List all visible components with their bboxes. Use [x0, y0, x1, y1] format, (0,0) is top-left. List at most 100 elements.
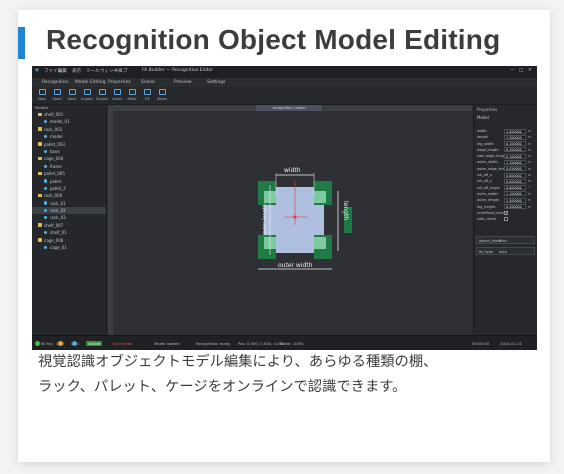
- toolbar-redo-button[interactable]: Redo: [126, 89, 138, 101]
- property-value-input[interactable]: 0.100000: [504, 147, 526, 153]
- tree-item[interactable]: rack_01: [32, 200, 106, 207]
- maximize-icon[interactable]: □: [519, 68, 523, 73]
- property-dropdown[interactable]: fix_type auto: [476, 247, 535, 256]
- toolbar-fit-button[interactable]: Fit: [141, 89, 153, 101]
- dropdown-label: object_direction: [479, 238, 507, 243]
- property-label: length: [477, 135, 489, 140]
- property-unit: °: [528, 185, 530, 190]
- tree-folder[interactable]: shelf_001: [32, 111, 106, 118]
- toolbar-import-button[interactable]: Import: [81, 89, 93, 101]
- property-value-input[interactable]: 0.100000: [504, 153, 526, 159]
- tree-item[interactable]: shelf_01: [32, 229, 106, 236]
- property-value-input[interactable]: 1.100000: [504, 159, 526, 165]
- property-unit: m: [528, 173, 532, 178]
- tab-recognition[interactable]: Recognition: [42, 80, 69, 85]
- tab-properties[interactable]: Properties: [108, 80, 131, 85]
- property-value-input[interactable]: 1.100000: [504, 191, 526, 197]
- status-message: Model loaded: [154, 340, 180, 346]
- property-label: leg_width: [477, 141, 494, 146]
- tree-label: rack_006: [44, 193, 63, 199]
- app-screenshot: ◉ ファイル 編集 表示 ツール ウィンドウ ヘルプ FA Builder — Recogni…: [32, 66, 537, 350]
- status-bar: 80 fps CPU GPU Online Connected Model loaded R…: [32, 335, 537, 350]
- tree-folder[interactable]: rack_002: [32, 126, 106, 133]
- property-label: outer_width: [477, 191, 498, 196]
- tree-item[interactable]: rack_03: [32, 214, 106, 221]
- menu-item[interactable]: ヘルプ: [114, 68, 128, 74]
- tree-folder[interactable]: cage_004: [32, 155, 106, 162]
- property-dropdown[interactable]: object_direction X: [476, 236, 535, 245]
- property-value-input[interactable]: 0.050000: [504, 166, 526, 172]
- status-message: Scale: 100%: [280, 340, 304, 346]
- tree-label: pallet_2: [50, 185, 66, 191]
- zoom-icon: [158, 89, 166, 95]
- tree-item[interactable]: model_01: [32, 118, 106, 125]
- model-canvas[interactable]: recognition_model width length outer wid…: [108, 105, 472, 335]
- tab-model-editing[interactable]: Model Editing: [75, 80, 106, 85]
- property-value-input[interactable]: 1.200000: [504, 134, 526, 140]
- toolbar-zoom-button[interactable]: Zoom: [156, 89, 168, 101]
- tab-settings[interactable]: Settings: [207, 80, 225, 85]
- tree-folder[interactable]: rack_006: [32, 192, 106, 199]
- status-metric: 80 fps: [41, 340, 53, 346]
- property-value-input[interactable]: 0.100000: [504, 141, 526, 147]
- status-time: 2024-01-01: [500, 340, 523, 346]
- tree-label: base: [50, 148, 60, 154]
- feature-card: Recognition Object Model Editing ◉ ファイル 編集…: [18, 10, 550, 462]
- menu-item[interactable]: 編集: [58, 68, 67, 74]
- toolbar-label: Save: [67, 97, 77, 101]
- menu-item[interactable]: ツール: [86, 68, 100, 74]
- check-label: undefined_check: [477, 210, 507, 215]
- property-value-input[interactable]: 0.000000: [504, 185, 526, 191]
- tree-folder[interactable]: cage_008: [32, 237, 106, 244]
- properties-title: Properties: [477, 107, 498, 112]
- toolbar-open-button[interactable]: Open: [51, 89, 63, 101]
- tree-folder[interactable]: shelf_007: [32, 222, 106, 229]
- tree-item[interactable]: model: [32, 133, 106, 140]
- property-label: rot_off_x: [477, 173, 492, 178]
- toolbar-label: Zoom: [156, 97, 168, 101]
- model-icon: [44, 164, 48, 168]
- property-value-input[interactable]: 0.200000: [504, 204, 526, 210]
- toolbar-save-button[interactable]: Save: [66, 89, 78, 101]
- close-icon[interactable]: ✕: [528, 68, 532, 73]
- property-checkbox[interactable]: [504, 217, 508, 222]
- toolbar-export-button[interactable]: Export: [96, 89, 108, 101]
- title-accent-bar: [18, 27, 25, 59]
- model-icon: [44, 208, 48, 213]
- property-value-input[interactable]: 1.000000: [504, 128, 526, 134]
- tab-scene[interactable]: Scene: [141, 80, 155, 85]
- property-check-row: side_check: [474, 216, 537, 222]
- tree-item[interactable]: base: [32, 148, 106, 155]
- tree-item[interactable]: rack_02: [32, 207, 106, 215]
- tree-label: cage_004: [44, 156, 64, 162]
- tab-preview[interactable]: Preview: [174, 80, 192, 85]
- property-unit: m: [528, 154, 532, 159]
- folder-icon: [38, 156, 42, 161]
- model-icon: [44, 179, 48, 183]
- status-badge: Online: [86, 340, 103, 346]
- toolbar-undo-button[interactable]: Undo: [111, 89, 123, 101]
- property-value-input[interactable]: 1.300000: [504, 197, 526, 203]
- tree-label: rack_02: [50, 208, 66, 214]
- toolbar-label: Import: [81, 97, 93, 101]
- app-toolbar: New Open Save Import Export Undo Redo Fit Zoom: [32, 87, 537, 105]
- status-message: Recognition ready: [196, 340, 231, 346]
- property-unit: m: [528, 198, 532, 203]
- tree-item[interactable]: pallet: [32, 178, 106, 185]
- menu-item[interactable]: 表示: [72, 68, 81, 74]
- property-unit: m: [528, 141, 532, 146]
- tree-item[interactable]: frame: [32, 163, 106, 170]
- tree-item[interactable]: pallet_2: [32, 185, 106, 192]
- tree-folder[interactable]: pallet_003: [32, 141, 106, 148]
- toolbar-new-button[interactable]: New: [36, 89, 48, 101]
- minimize-icon[interactable]: —: [510, 68, 515, 73]
- toolbar-label: Redo: [127, 97, 137, 101]
- model-icon: [44, 216, 48, 220]
- tree-folder[interactable]: pallet_005: [32, 170, 106, 177]
- tree-item[interactable]: cage_01: [32, 244, 106, 251]
- property-checkbox[interactable]: [504, 210, 508, 215]
- feature-description: 視覚認識オブジェクトモデル編集により、あらゆる種類の棚、 ラック、パレット、ケー…: [38, 350, 543, 400]
- model-tree: Models shelf_001 model_01 rack_002 model pal…: [32, 105, 107, 335]
- property-value-input[interactable]: 0.000000: [504, 172, 526, 178]
- property-value-input[interactable]: 0.000000: [504, 178, 526, 184]
